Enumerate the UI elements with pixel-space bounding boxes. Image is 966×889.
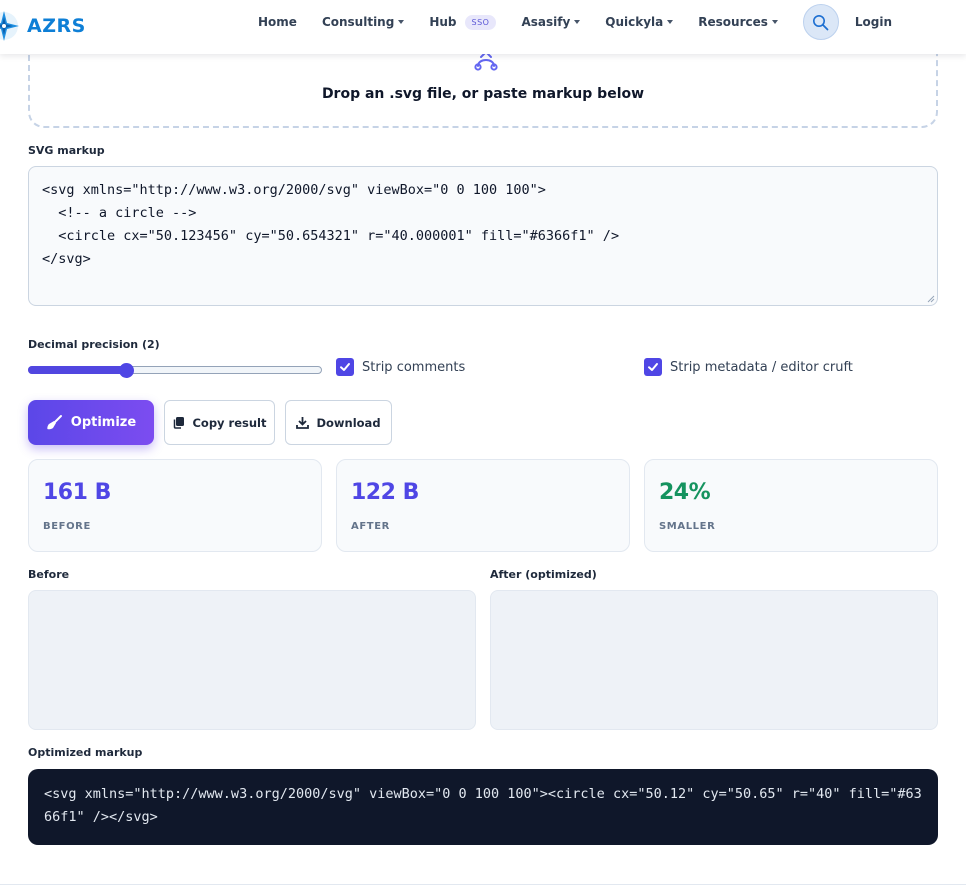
- stat-card-before: 161 B BEFORE: [28, 459, 322, 552]
- download-label: Download: [316, 415, 381, 430]
- brand-name: AZRS: [27, 15, 86, 37]
- precision-label: Decimal precision (2): [28, 338, 160, 351]
- svg-markup-textarea[interactable]: <svg xmlns="http://www.w3.org/2000/svg" …: [28, 166, 938, 306]
- nav-hub-label: Hub: [429, 15, 457, 29]
- slider-thumb[interactable]: [119, 363, 134, 378]
- before-preview-label: Before: [28, 568, 70, 581]
- copy-result-label: Copy result: [192, 415, 267, 430]
- strip-comments-label: Strip comments: [362, 359, 466, 375]
- nav-login-label: Login: [854, 15, 893, 29]
- stat-label: AFTER: [351, 521, 390, 532]
- optimized-markup-output[interactable]: <svg xmlns="http://www.w3.org/2000/svg" …: [28, 769, 938, 845]
- chevron-down-icon: [574, 20, 581, 24]
- stat-value: 24%: [659, 480, 711, 505]
- nav-home-label: Home: [258, 15, 297, 29]
- strip-metadata-label: Strip metadata / editor cruft: [670, 359, 853, 375]
- stat-value: 122 B: [351, 480, 419, 505]
- copy-icon: [174, 417, 185, 429]
- stat-card-after: 122 B AFTER: [336, 459, 630, 552]
- search-icon: [813, 14, 829, 30]
- strip-metadata-checkbox[interactable]: Strip metadata / editor cruft: [644, 358, 853, 376]
- chevron-down-icon: [771, 20, 778, 24]
- nav-asasify[interactable]: Asasify: [521, 15, 581, 29]
- stat-label: SMALLER: [659, 521, 716, 532]
- nav-login[interactable]: Login: [855, 15, 892, 29]
- checkbox-checked-icon: [336, 358, 354, 376]
- chevron-down-icon: [398, 20, 405, 24]
- stat-label: BEFORE: [43, 521, 91, 532]
- nav-asasify-label: Asasify: [521, 15, 571, 29]
- svg-markup-label: SVG markup: [28, 144, 105, 157]
- precision-slider[interactable]: [28, 363, 322, 378]
- download-button[interactable]: Download: [285, 400, 392, 445]
- azrs-logo-icon: [0, 8, 22, 44]
- copy-result-button[interactable]: Copy result: [164, 400, 275, 445]
- chevron-down-icon: [667, 20, 674, 24]
- nav-quickyla-label: Quickyla: [605, 15, 664, 29]
- stat-card-smaller: 24% SMALLER: [644, 459, 938, 552]
- strip-comments-checkbox[interactable]: Strip comments: [336, 358, 465, 376]
- section-divider: [0, 884, 966, 885]
- resize-handle-icon[interactable]: [927, 295, 935, 303]
- nav-resources[interactable]: Resources: [698, 15, 778, 29]
- optimize-label: Optimize: [70, 415, 137, 430]
- stat-value: 161 B: [43, 480, 111, 505]
- nav-quickyla[interactable]: Quickyla: [605, 15, 674, 29]
- after-preview-panel: [490, 590, 938, 730]
- before-preview-panel: [28, 590, 476, 730]
- optimized-markup-label: Optimized markup: [28, 746, 143, 759]
- brand-logo[interactable]: AZRS: [0, 8, 86, 44]
- nav-home[interactable]: Home: [258, 15, 297, 29]
- nav-consulting[interactable]: Consulting: [321, 15, 405, 29]
- broom-icon: [47, 415, 62, 430]
- nav-resources-label: Resources: [698, 15, 768, 29]
- optimize-button[interactable]: Optimize: [28, 400, 154, 445]
- checkbox-checked-icon: [644, 358, 662, 376]
- sso-badge: SSO: [464, 14, 497, 30]
- nav-hub[interactable]: Hub SSO: [429, 14, 497, 30]
- search-button[interactable]: [802, 4, 839, 40]
- nav-consulting-label: Consulting: [321, 15, 395, 29]
- slider-fill: [28, 366, 126, 374]
- top-navbar: AZRS Home Consulting Hub SSO Asasify Quic…: [0, 0, 966, 54]
- download-icon: [296, 417, 310, 429]
- drop-zone-text: Drop an .svg file, or paste markup below: [321, 86, 645, 102]
- main-nav: Home Consulting Hub SSO Asasify Quickyla …: [258, 0, 917, 44]
- after-preview-label: After (optimized): [490, 568, 597, 581]
